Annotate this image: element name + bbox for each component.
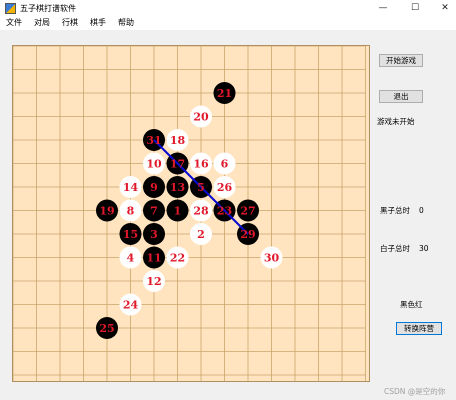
exit-button[interactable]: 退出 [379, 90, 423, 103]
move-number: 3 [150, 228, 158, 241]
game-status-label: 游戏未开始 [377, 117, 415, 126]
title-bar: 五子棋打谱软件 — ☐ ✕ [0, 0, 456, 16]
white-time-label: 白子总时 [380, 244, 410, 253]
turn-indicator: 黑色红 [400, 300, 423, 309]
start-game-button[interactable]: 开始游戏 [379, 54, 423, 67]
menu-move[interactable]: 行棋 [56, 16, 84, 30]
move-number: 15 [123, 228, 138, 241]
move-number: 23 [217, 205, 232, 218]
white-time-value: 30 [419, 244, 429, 253]
watermark: CSDN @是空的你 [384, 387, 446, 396]
move-number: 17 [170, 158, 185, 171]
move-number: 25 [99, 322, 114, 335]
move-number: 12 [146, 275, 161, 288]
gomoku-board[interactable]: 1 2 3 4 5 6 7 8 9 10 11 12 13 14 15 16 17 18 19 20 21 22 23 24 2… [12, 45, 370, 382]
black-time-value: 0 [419, 206, 424, 215]
menu-player[interactable]: 棋手 [84, 16, 112, 30]
maximize-button[interactable]: ☐ [400, 0, 430, 16]
minimize-button[interactable]: — [368, 0, 398, 16]
move-number: 11 [146, 252, 161, 265]
move-number: 31 [146, 134, 161, 147]
move-number: 24 [123, 299, 139, 312]
move-number: 1 [174, 205, 182, 218]
move-number: 2 [197, 228, 205, 241]
move-number: 18 [170, 134, 186, 147]
menu-help[interactable]: 帮助 [112, 16, 140, 30]
move-number: 4 [127, 252, 135, 265]
move-number: 30 [264, 252, 280, 265]
move-number: 13 [170, 181, 185, 194]
move-number: 16 [193, 158, 209, 171]
app-icon [5, 2, 16, 14]
move-number: 8 [127, 205, 135, 218]
menu-game[interactable]: 对局 [28, 16, 56, 30]
move-number: 7 [150, 205, 158, 218]
move-number: 21 [217, 87, 232, 100]
black-time-label: 黑子总时 [380, 206, 410, 215]
menu-file[interactable]: 文件 [0, 16, 28, 30]
close-button[interactable]: ✕ [430, 0, 456, 16]
board-canvas[interactable]: 1234567891011121314151617181920212223242… [13, 46, 369, 381]
move-number: 5 [197, 181, 205, 194]
move-number: 10 [146, 158, 162, 171]
window-title: 五子棋打谱软件 [20, 3, 76, 13]
move-number: 9 [150, 181, 158, 194]
swap-sides-button[interactable]: 转换阵营 [396, 322, 442, 335]
move-number: 20 [193, 111, 209, 124]
move-number: 29 [240, 228, 255, 241]
move-number: 26 [217, 181, 233, 194]
move-number: 6 [221, 158, 229, 171]
move-number: 28 [193, 205, 209, 218]
menu-bar: 文件 对局 行棋 棋手 帮助 [0, 16, 456, 30]
move-number: 22 [170, 252, 185, 265]
move-number: 19 [99, 205, 114, 218]
move-number: 14 [123, 181, 139, 194]
move-number: 27 [240, 205, 255, 218]
